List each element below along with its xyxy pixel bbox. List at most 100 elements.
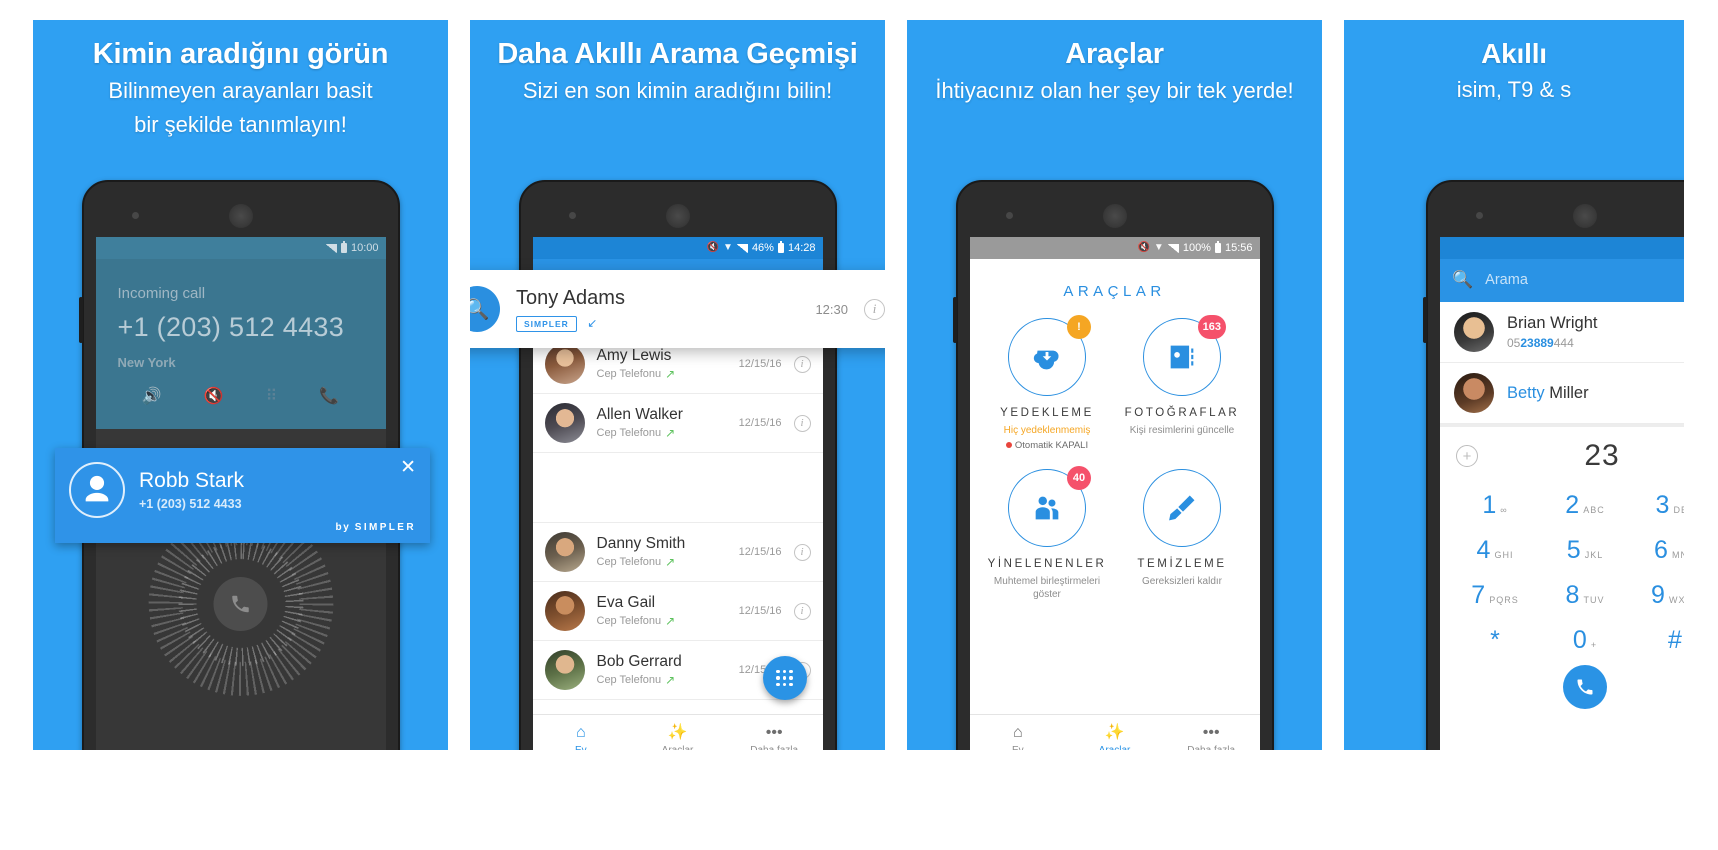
avatar xyxy=(544,403,585,443)
status-bar-3: 🔇 ▼ 100% 15:56 xyxy=(969,237,1260,259)
contact-photo-icon: 163 xyxy=(1143,315,1226,396)
key-1[interactable]: 1 ∞ xyxy=(1450,485,1540,526)
bottom-nav-2: ⌂ Ev ✨ Araçlar ••• Daha fazla xyxy=(532,714,823,751)
earpiece-speaker-icon xyxy=(1573,204,1597,228)
badge-count: 40 xyxy=(1067,465,1091,490)
earpiece-speaker-icon xyxy=(1102,204,1127,228)
key-hash[interactable]: # xyxy=(1630,620,1684,661)
table-row-placeholder xyxy=(532,453,823,523)
close-icon[interactable]: ✕ xyxy=(400,458,416,477)
caller-phone: +1 (203) 512 4433 xyxy=(139,497,242,512)
keypad-icon[interactable]: ⠿ xyxy=(266,386,278,406)
answer-call-icon[interactable] xyxy=(213,576,268,631)
nav-ev[interactable]: ⌂ Ev xyxy=(970,725,1067,751)
dialpad-fab[interactable] xyxy=(762,656,807,700)
key-star[interactable]: * xyxy=(1450,620,1540,661)
highlighted-call-card[interactable]: 🔍 Tony Adams SIMPLER ↙ 12:30 i xyxy=(470,270,885,348)
info-icon[interactable]: i xyxy=(793,355,811,373)
speaker-icon[interactable]: 🔊 xyxy=(142,386,162,406)
more-icon: ••• xyxy=(1202,724,1220,741)
key-4[interactable]: 4 GHI xyxy=(1450,530,1540,571)
dial-display: + 23 xyxy=(1440,424,1684,479)
tool-status: Hiç yedeklenmemiş xyxy=(1003,425,1091,436)
key-3[interactable]: 3DEF xyxy=(1630,485,1684,526)
front-camera-icon xyxy=(568,212,576,219)
tools-screen: 🔇 ▼ 100% 15:56 ARAÇLAR ! YEDEKLEME Hiç y… xyxy=(969,237,1260,751)
key-digit: 8 xyxy=(1565,581,1580,609)
phone-mockup-3: 🔇 ▼ 100% 15:56 ARAÇLAR ! YEDEKLEME Hiç y… xyxy=(952,180,1274,751)
call-info-area: Incoming call +1 (203) 512 4433 New York… xyxy=(95,259,386,429)
battery-icon xyxy=(777,241,784,253)
key-2[interactable]: 2 ABC xyxy=(1540,485,1630,526)
dialpad-icon xyxy=(776,669,793,687)
contact-sub: Cep Telefonu ↗ xyxy=(597,555,727,569)
nav-araclar[interactable]: ✨ Araçlar xyxy=(1066,725,1163,751)
search-icon: 🔍 xyxy=(1452,270,1474,289)
key-digit: 1 xyxy=(1482,491,1497,519)
simpler-caller-id-card[interactable]: ✕ Robb Stark +1 (203) 512 4433 by SIMPLE… xyxy=(55,448,430,543)
add-contact-icon[interactable]: + xyxy=(1456,445,1478,467)
tool-substatus: Otomatik KAPALI xyxy=(980,440,1115,451)
info-icon[interactable]: i xyxy=(864,298,885,320)
key-9[interactable]: 9WXYZ xyxy=(1630,575,1684,616)
key-digit: 6 xyxy=(1654,536,1668,564)
contact-sub: Cep Telefonu ↗ xyxy=(597,367,727,381)
row-text: Danny Smith Cep Telefonu ↗ xyxy=(597,535,727,570)
key-8[interactable]: 8 TUV xyxy=(1540,575,1630,616)
tool-yinelenenler[interactable]: 40 YİNELENENLER Muhtemel birleştirmeleri… xyxy=(980,465,1115,602)
table-row[interactable]: Danny Smith Cep Telefonu ↗ 12/15/16 i xyxy=(532,523,823,582)
by-label: by xyxy=(335,522,351,533)
key-7[interactable]: 7 PQRS xyxy=(1450,575,1540,616)
nav-ev[interactable]: ⌂ Ev xyxy=(533,725,630,751)
list-item[interactable]: Betty Miller xyxy=(1440,363,1684,424)
status-time: 10:00 xyxy=(350,242,379,254)
search-bar[interactable]: 🔍 Arama xyxy=(1440,259,1684,302)
status-bar-1: 10:00 xyxy=(95,237,386,259)
cloud-backup-icon: ! xyxy=(1008,315,1091,396)
contact-name: Amy Lewis xyxy=(596,346,672,364)
mute-icon[interactable]: 🔇 xyxy=(204,386,224,406)
info-icon[interactable]: i xyxy=(793,602,811,620)
list-item[interactable]: Brian Wright 0523889444 xyxy=(1440,302,1684,363)
call-action-row: 🔊 🔇 ⠿ 📞 xyxy=(118,386,364,406)
key-letters: MNO xyxy=(1671,550,1684,560)
tool-yedekleme[interactable]: ! YEDEKLEME Hiç yedeklenmemiş Otomatik K… xyxy=(980,315,1115,451)
contact-sub: Cep Telefonu ↗ xyxy=(597,614,727,628)
tool-temizleme[interactable]: TEMİZLEME Gereksizleri kaldır xyxy=(1115,468,1250,602)
tool-status: Muhtemel birleştirmeleri göster xyxy=(993,575,1101,601)
line-type-label: Cep Telefonu xyxy=(596,615,662,628)
nav-daha-fazla[interactable]: ••• Daha fazla xyxy=(1163,724,1260,751)
line-type-label: Cep Telefonu xyxy=(596,556,662,569)
contact-sub: Cep Telefonu ↗ xyxy=(597,673,727,687)
tools-grid: ! YEDEKLEME Hiç yedeklenmemiş Otomatik K… xyxy=(970,315,1260,602)
power-button[interactable] xyxy=(1423,297,1427,343)
table-row[interactable]: Allen Walker Cep Telefonu ↗ 12/15/16 i xyxy=(532,394,823,453)
power-button[interactable] xyxy=(78,297,83,343)
info-icon[interactable]: i xyxy=(793,543,811,561)
broom-clean-icon xyxy=(1143,468,1221,547)
tool-fotograflar[interactable]: 163 FOTOĞRAFLAR Kişi resimlerini güncell… xyxy=(1115,315,1250,451)
nav-label: Ev xyxy=(1012,745,1024,750)
wifi-icon: ▼ xyxy=(723,242,733,253)
tool-status: Kişi resimlerini güncelle xyxy=(1129,425,1235,436)
table-row[interactable]: Eva Gail Cep Telefonu ↗ 12/15/16 i xyxy=(532,582,823,641)
key-6[interactable]: 6MNO xyxy=(1630,530,1684,571)
key-5[interactable]: 5 JKL xyxy=(1540,530,1630,571)
avatar xyxy=(1454,312,1494,352)
tool-label: YİNELENENLER xyxy=(987,557,1107,570)
nav-daha-fazla[interactable]: ••• Daha fazla xyxy=(726,725,823,751)
key-0[interactable]: 0 + xyxy=(1540,620,1630,661)
earpiece-speaker-icon xyxy=(228,204,253,228)
power-button[interactable] xyxy=(952,297,957,343)
add-call-icon[interactable]: 📞 xyxy=(319,386,339,406)
nav-araclar[interactable]: ✨ Araçlar xyxy=(629,725,726,751)
info-icon[interactable]: i xyxy=(793,414,811,432)
nav-label: Daha fazla xyxy=(1187,745,1235,750)
search-input[interactable]: Arama xyxy=(1485,272,1684,288)
nav-label: Araçlar xyxy=(662,745,694,750)
call-log-list: Amy Lewis Cep Telefonu ↗ 12/15/16 i Alle… xyxy=(532,335,823,700)
call-button[interactable] xyxy=(1563,665,1607,709)
contact-name: Eva Gail xyxy=(596,593,656,611)
contact-text: Betty Miller xyxy=(1507,384,1589,403)
panel3-heading: Araçlar İhtiyacınız olan her şey bir tek… xyxy=(907,20,1322,105)
